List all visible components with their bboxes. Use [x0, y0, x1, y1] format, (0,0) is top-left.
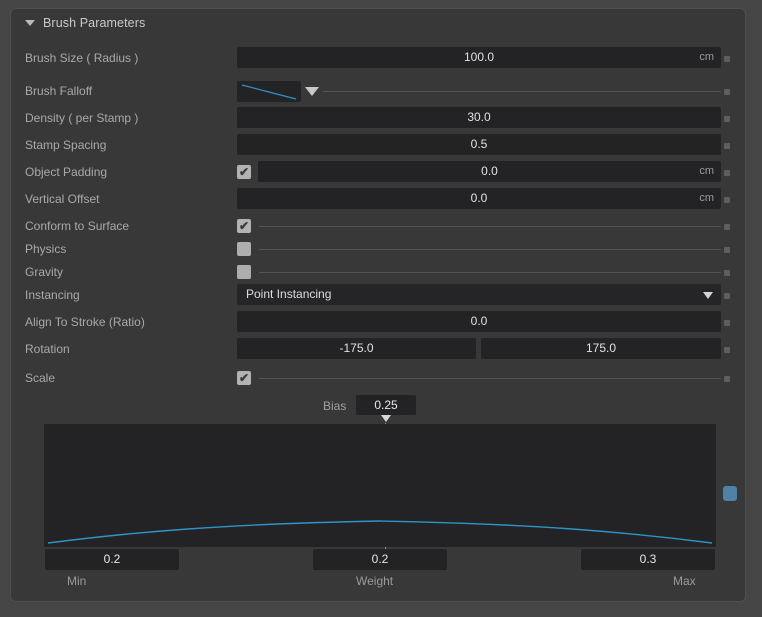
density-handle[interactable] [724, 116, 730, 122]
stamp-spacing-value: 0.5 [470, 137, 488, 151]
rotation-max-input[interactable]: 175.0 [481, 338, 721, 359]
vertical-offset-unit: cm [699, 192, 714, 204]
brush-falloff-curve-thumbnail[interactable] [237, 81, 301, 102]
scale-handle[interactable] [724, 376, 730, 382]
row-stamp-spacing: Stamp Spacing 0.5 [11, 134, 745, 157]
gravity-handle[interactable] [724, 270, 730, 276]
density-input[interactable]: 30.0 [237, 107, 721, 128]
brush-size-value: 100.0 [463, 50, 495, 64]
object-padding-checkbox[interactable]: ✔ [237, 165, 251, 179]
vertical-offset-handle[interactable] [724, 197, 730, 203]
rotation-min-input[interactable]: -175.0 [237, 338, 476, 359]
row-label-brush-falloff: Brush Falloff [25, 84, 93, 98]
object-padding-unit: cm [699, 165, 714, 177]
row-gravity: Gravity [11, 261, 745, 284]
brush-falloff-dropdown[interactable] [305, 87, 319, 96]
row-density: Density ( per Stamp ) 30.0 [11, 107, 745, 130]
brush-parameters-panel: Brush Parameters Brush Size ( Radius ) 1… [10, 8, 746, 602]
row-align-to-stroke: Align To Stroke (Ratio) 0.0 [11, 311, 745, 334]
instancing-selected-value: Point Instancing [246, 287, 332, 301]
max-value: 0.3 [639, 552, 657, 566]
row-brush-size: Brush Size ( Radius ) 100.0 cm [11, 47, 745, 70]
physics-handle[interactable] [724, 247, 730, 253]
triangle-down-icon[interactable] [25, 20, 35, 26]
stamp-spacing-handle[interactable] [724, 143, 730, 149]
row-label-density: Density ( per Stamp ) [25, 111, 139, 125]
row-label-rotation: Rotation [25, 342, 70, 356]
chevron-down-icon[interactable] [703, 292, 713, 299]
bias-marker-icon[interactable] [381, 415, 391, 422]
row-label-stamp-spacing: Stamp Spacing [25, 138, 107, 152]
check-icon: ✔ [239, 165, 250, 179]
conform-to-surface-rail[interactable] [259, 226, 721, 227]
row-label-align-to-stroke: Align To Stroke (Ratio) [25, 315, 145, 329]
row-conform-to-surface: Conform to Surface ✔ [11, 215, 745, 238]
stamp-spacing-input[interactable]: 0.5 [237, 134, 721, 155]
brush-falloff-rail[interactable] [323, 91, 721, 92]
row-physics: Physics [11, 238, 745, 261]
bias-input[interactable]: 0.25 [356, 395, 416, 415]
falloff-curve-graph[interactable] [44, 424, 716, 547]
conform-to-surface-checkbox[interactable]: ✔ [237, 219, 251, 233]
object-padding-handle[interactable] [724, 170, 730, 176]
vertical-offset-value: 0.0 [470, 191, 488, 205]
row-label-scale: Scale [25, 371, 56, 385]
rotation-min-value: -175.0 [339, 341, 374, 355]
panel-header[interactable]: Brush Parameters [11, 9, 745, 39]
instancing-handle[interactable] [724, 293, 730, 299]
row-label-brush-size: Brush Size ( Radius ) [25, 51, 139, 65]
object-padding-value: 0.0 [481, 164, 498, 178]
gravity-rail[interactable] [259, 272, 721, 273]
brush-size-handle[interactable] [724, 56, 730, 62]
max-input[interactable]: 0.3 [581, 549, 715, 570]
curve-path [47, 520, 713, 544]
conform-to-surface-handle[interactable] [724, 224, 730, 230]
min-input[interactable]: 0.2 [45, 549, 179, 570]
brush-size-unit: cm [699, 51, 714, 63]
check-icon: ✔ [239, 219, 250, 233]
row-brush-falloff: Brush Falloff [11, 80, 745, 103]
row-label-instancing: Instancing [25, 288, 80, 302]
vertical-offset-input[interactable]: 0.0 cm [237, 188, 721, 209]
object-padding-input[interactable]: 0.0 cm [258, 161, 721, 182]
weight-input[interactable]: 0.2 [313, 549, 447, 570]
brush-falloff-handle[interactable] [724, 89, 730, 95]
weight-value: 0.2 [371, 552, 389, 566]
row-label-conform-to-surface: Conform to Surface [25, 219, 130, 233]
rotation-handle[interactable] [724, 347, 730, 353]
row-label-object-padding: Object Padding [25, 165, 108, 179]
row-scale: Scale ✔ [11, 367, 745, 390]
row-label-vertical-offset: Vertical Offset [25, 192, 100, 206]
row-object-padding: Object Padding ✔ 0.0 cm [11, 161, 745, 184]
instancing-select[interactable]: Point Instancing [237, 284, 721, 305]
min-value: 0.2 [103, 552, 121, 566]
row-label-physics: Physics [25, 242, 67, 256]
check-icon: ✔ [239, 371, 250, 385]
scale-checkbox[interactable]: ✔ [237, 371, 251, 385]
bias-label: Bias [323, 399, 347, 413]
rotation-max-value: 175.0 [585, 341, 617, 355]
bias-value: 0.25 [374, 398, 398, 412]
brush-parameters-window: Brush Parameters Brush Size ( Radius ) 1… [0, 0, 762, 617]
weight-label: Weight [356, 574, 394, 588]
curve-svg [47, 520, 713, 544]
curve-amplitude-handle[interactable] [723, 486, 737, 501]
row-vertical-offset: Vertical Offset 0.0 cm [11, 188, 745, 211]
row-rotation: Rotation -175.0 175.0 [11, 338, 745, 361]
physics-checkbox[interactable] [237, 242, 251, 256]
row-label-gravity: Gravity [25, 265, 64, 279]
density-value: 30.0 [467, 110, 491, 124]
scale-rail[interactable] [259, 378, 721, 379]
align-to-stroke-value: 0.0 [470, 314, 488, 328]
page-title: Brush Parameters [43, 16, 146, 30]
max-label: Max [673, 574, 696, 588]
physics-rail[interactable] [259, 249, 721, 250]
align-to-stroke-input[interactable]: 0.0 [237, 311, 721, 332]
align-to-stroke-handle[interactable] [724, 320, 730, 326]
row-instancing: Instancing Point Instancing [11, 284, 745, 307]
gravity-checkbox[interactable] [237, 265, 251, 279]
min-label: Min [67, 574, 87, 588]
brush-size-input[interactable]: 100.0 cm [237, 47, 721, 68]
